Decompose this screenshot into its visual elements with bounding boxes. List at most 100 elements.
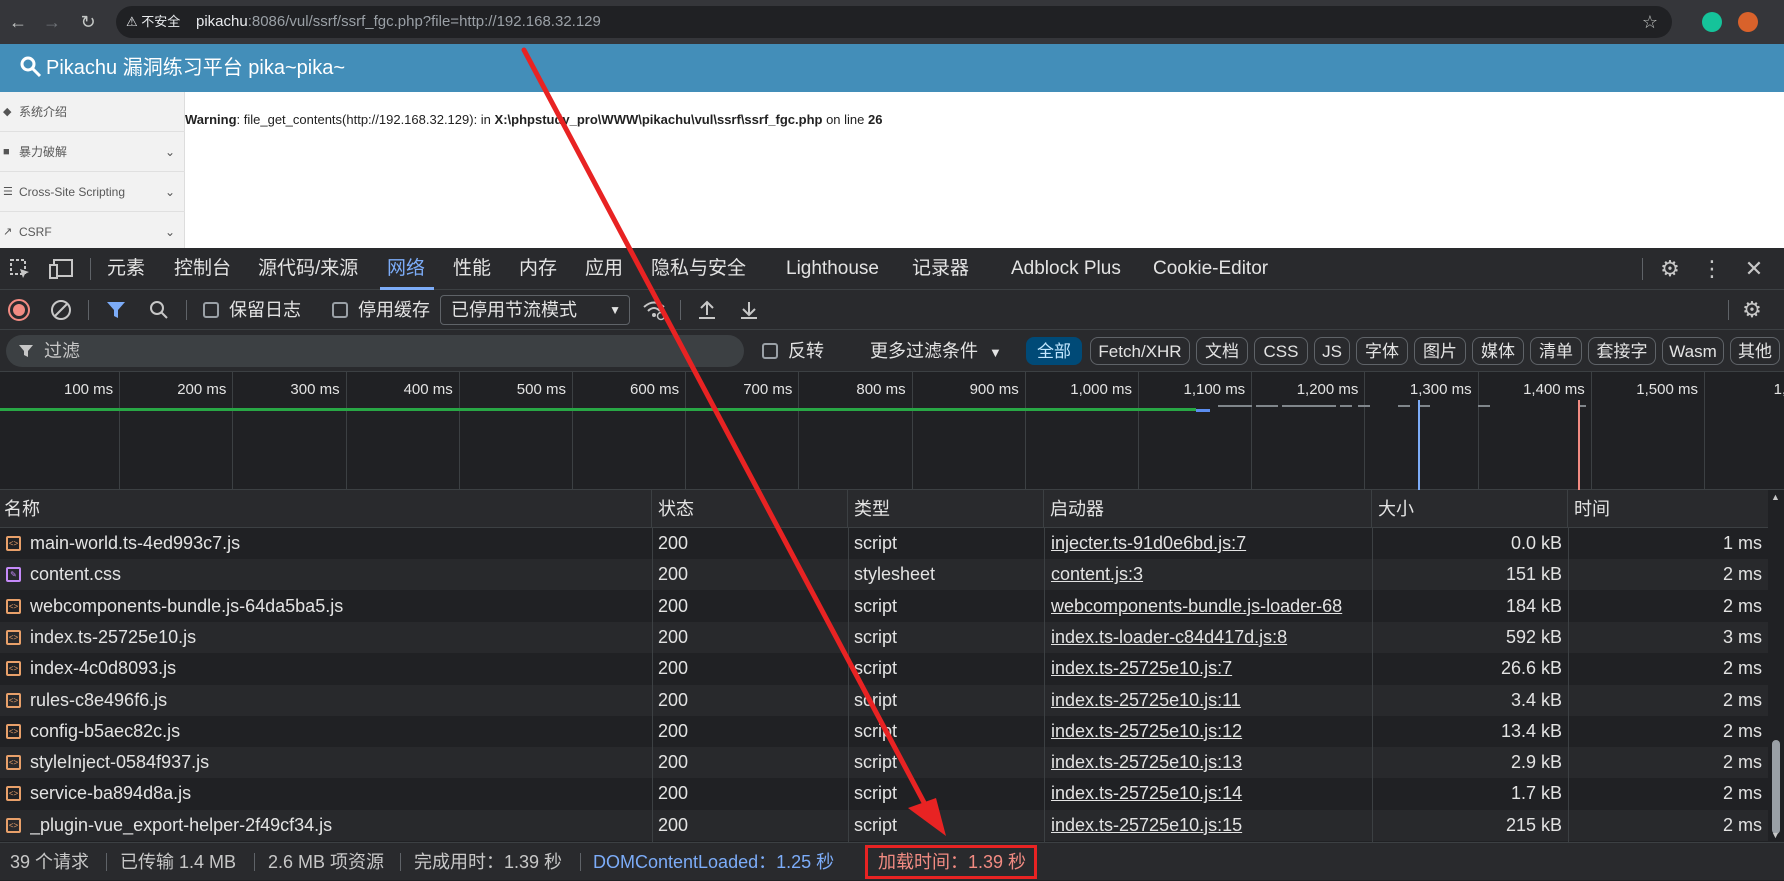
- column-header-time[interactable]: 时间: [1570, 490, 1768, 528]
- tab-privacy-security[interactable]: 隐私与安全: [651, 248, 746, 290]
- chip-img[interactable]: 图片: [1414, 337, 1466, 365]
- request-initiator-link[interactable]: injecter.ts-91d0e6bd.js:7: [1051, 528, 1371, 559]
- request-name[interactable]: config-b5aec82c.js: [30, 716, 648, 747]
- sidebar-item-intro[interactable]: ◆ 系统介绍: [0, 92, 185, 132]
- browser-toolbar: ← → ↻ ⚠ 不安全 pikachu:8086/vul/ssrf/ssrf_f…: [0, 0, 1784, 44]
- chip-doc[interactable]: 文档: [1196, 337, 1248, 365]
- network-overview-timeline[interactable]: 100 ms 200 ms 300 ms 400 ms 500 ms 600 ms 700 …: [0, 372, 1784, 490]
- tab-sources[interactable]: 源代码/来源: [258, 248, 358, 290]
- tab-memory[interactable]: 内存: [519, 248, 557, 290]
- chip-manifest[interactable]: 清单: [1530, 337, 1582, 365]
- request-initiator-link[interactable]: index.ts-25725e10.js:11: [1051, 685, 1371, 716]
- tab-recorder[interactable]: 记录器: [912, 248, 969, 290]
- column-header-status[interactable]: 状态: [654, 490, 848, 528]
- back-icon[interactable]: ←: [4, 8, 32, 36]
- column-header-initiator[interactable]: 启动器: [1046, 490, 1372, 528]
- sidebar-item-bruteforce[interactable]: ■ 暴力破解 ⌄: [0, 132, 185, 172]
- chip-wasm[interactable]: Wasm: [1662, 337, 1724, 365]
- table-row[interactable]: <> service-ba894d8a.js 200 script index.ts-2…: [0, 778, 1768, 810]
- request-initiator-link[interactable]: index.ts-25725e10.js:14: [1051, 778, 1371, 809]
- inspect-element-icon[interactable]: [8, 257, 32, 281]
- chip-font[interactable]: 字体: [1356, 337, 1408, 365]
- chip-other[interactable]: 其他: [1730, 337, 1780, 365]
- import-har-icon[interactable]: [696, 299, 718, 321]
- scroll-down-icon[interactable]: ▼: [1771, 830, 1780, 840]
- settings-gear-icon[interactable]: ⚙: [1656, 256, 1684, 282]
- address-bar[interactable]: ⚠ 不安全 pikachu:8086/vul/ssrf/ssrf_fgc.php…: [116, 6, 1672, 38]
- request-name[interactable]: index-4c0d8093.js: [30, 653, 648, 684]
- tab-network[interactable]: 网络: [387, 248, 425, 290]
- filter-input[interactable]: 过滤: [6, 335, 744, 367]
- chip-js[interactable]: JS: [1314, 337, 1350, 365]
- cookie-extension-icon[interactable]: [1738, 12, 1758, 32]
- scroll-up-icon[interactable]: ▲: [1771, 492, 1780, 502]
- request-initiator-link[interactable]: index.ts-25725e10.js:7: [1051, 653, 1371, 684]
- request-name[interactable]: content.css: [30, 559, 648, 590]
- request-name[interactable]: webcomponents-bundle.js-64da5ba5.js: [30, 591, 648, 622]
- search-icon[interactable]: [148, 299, 170, 321]
- request-initiator-link[interactable]: index.ts-loader-c84d417d.js:8: [1051, 622, 1371, 653]
- filter-funnel-icon[interactable]: [106, 300, 126, 320]
- tab-elements[interactable]: 元素: [107, 248, 145, 290]
- chip-fetch-xhr[interactable]: Fetch/XHR: [1090, 337, 1190, 365]
- security-indicator[interactable]: ⚠ 不安全: [126, 12, 180, 32]
- more-options-icon[interactable]: ⋮: [1698, 256, 1726, 282]
- tab-application[interactable]: 应用: [585, 248, 623, 290]
- table-row[interactable]: <> index.ts-25725e10.js 200 script index.ts-…: [0, 621, 1768, 653]
- column-header-size[interactable]: 大小: [1374, 490, 1568, 528]
- request-name[interactable]: styleInject-0584f937.js: [30, 747, 648, 778]
- chip-all[interactable]: 全部: [1026, 337, 1082, 365]
- request-initiator-link[interactable]: content.js:3: [1051, 559, 1371, 590]
- request-name[interactable]: service-ba894d8a.js: [30, 778, 648, 809]
- page-title[interactable]: Pikachu 漏洞练习平台 pika~pika~: [46, 44, 345, 92]
- tab-console[interactable]: 控制台: [174, 248, 231, 290]
- record-stop-icon[interactable]: [8, 299, 30, 321]
- scrollbar-thumb[interactable]: [1772, 740, 1780, 834]
- table-row[interactable]: ✎ content.css 200 stylesheet content.js:3 151…: [0, 559, 1768, 591]
- chip-media[interactable]: 媒体: [1472, 337, 1524, 365]
- column-header-name[interactable]: 名称: [0, 490, 652, 528]
- table-row[interactable]: <> index-4c0d8093.js 200 script index.ts-257…: [0, 653, 1768, 685]
- disable-cache-checkbox[interactable]: [332, 302, 348, 318]
- table-row[interactable]: <> config-b5aec82c.js 200 script index.ts-25…: [0, 715, 1768, 747]
- table-scrollbar[interactable]: ▲ ▼: [1768, 490, 1784, 842]
- tab-performance[interactable]: 性能: [453, 248, 491, 290]
- tab-adblock-plus[interactable]: Adblock Plus: [1011, 248, 1121, 290]
- tab-cookie-editor[interactable]: Cookie-Editor: [1153, 248, 1268, 290]
- chip-css[interactable]: CSS: [1254, 337, 1308, 365]
- clear-icon[interactable]: [50, 299, 72, 321]
- chip-websocket[interactable]: 套接字: [1588, 337, 1656, 365]
- throttling-select[interactable]: 已停用节流模式 ▼: [440, 295, 630, 325]
- device-toolbar-icon[interactable]: [48, 257, 74, 281]
- sidebar-item-csrf[interactable]: ↗ CSRF ⌄: [0, 212, 185, 252]
- more-filters-dropdown[interactable]: 更多过滤条件 ▼: [870, 330, 1002, 374]
- request-initiator-link[interactable]: webcomponents-bundle.js-loader-68: [1051, 591, 1371, 622]
- request-initiator-link[interactable]: index.ts-25725e10.js:15: [1051, 810, 1371, 841]
- request-name[interactable]: main-world.ts-4ed993c7.js: [30, 528, 648, 559]
- forward-icon[interactable]: →: [38, 8, 66, 36]
- request-initiator-link[interactable]: index.ts-25725e10.js:13: [1051, 747, 1371, 778]
- url-text[interactable]: pikachu:8086/vul/ssrf/ssrf_fgc.php?file=…: [196, 6, 601, 38]
- column-header-type[interactable]: 类型: [850, 490, 1044, 528]
- bookmark-star-icon[interactable]: ☆: [1642, 6, 1658, 38]
- reload-icon[interactable]: ↻: [74, 8, 102, 36]
- network-conditions-icon[interactable]: [642, 299, 666, 321]
- sidebar-item-xss[interactable]: ☰ Cross-Site Scripting ⌄: [0, 172, 185, 212]
- table-row[interactable]: <> main-world.ts-4ed993c7.js 200 script inje…: [0, 528, 1768, 559]
- request-name[interactable]: _plugin-vue_export-helper-2f49cf34.js: [30, 810, 648, 841]
- tab-lighthouse[interactable]: Lighthouse: [786, 248, 879, 290]
- table-row[interactable]: <> webcomponents-bundle.js-64da5ba5.js 200…: [0, 590, 1768, 622]
- table-row[interactable]: <> rules-c8e496f6.js 200 script index.ts-257…: [0, 684, 1768, 716]
- table-row[interactable]: <> _plugin-vue_export-helper-2f49cf34.js 2…: [0, 809, 1768, 841]
- preserve-log-checkbox[interactable]: [203, 302, 219, 318]
- request-name[interactable]: rules-c8e496f6.js: [30, 685, 648, 716]
- close-devtools-icon[interactable]: ✕: [1740, 256, 1768, 282]
- export-har-icon[interactable]: [738, 299, 760, 321]
- request-initiator-link[interactable]: index.ts-25725e10.js:12: [1051, 716, 1371, 747]
- grammarly-extension-icon[interactable]: [1702, 12, 1722, 32]
- network-settings-gear-icon[interactable]: ⚙: [1738, 296, 1766, 324]
- dom-content-loaded-time: DOMContentLoaded：1.25 秒: [593, 852, 835, 872]
- request-name[interactable]: index.ts-25725e10.js: [30, 622, 648, 653]
- table-row[interactable]: <> styleInject-0584f937.js 200 script index.…: [0, 747, 1768, 779]
- invert-checkbox[interactable]: [762, 343, 778, 359]
